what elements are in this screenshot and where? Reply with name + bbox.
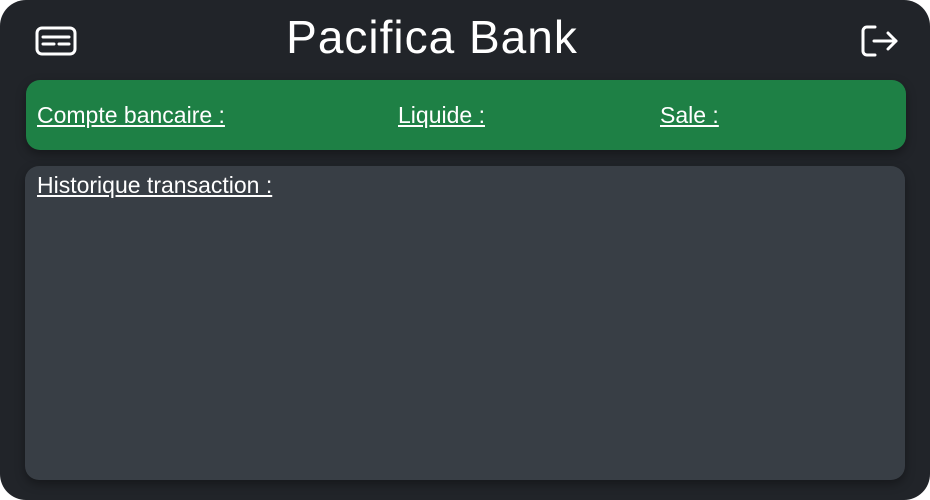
balance-bar: Compte bancaire : Liquide : Sale : bbox=[26, 80, 906, 150]
id-card-icon-graphic bbox=[35, 26, 77, 56]
transaction-history-title: Historique transaction : bbox=[37, 172, 273, 198]
logout-icon-graphic bbox=[861, 25, 898, 57]
logout-icon[interactable] bbox=[860, 24, 900, 58]
cash-label: Liquide : bbox=[398, 102, 485, 128]
transaction-history-panel: Historique transaction : bbox=[25, 166, 905, 480]
app-title: Pacifica Bank bbox=[286, 11, 578, 63]
transaction-history-list[interactable] bbox=[37, 208, 893, 470]
dirty-money-label: Sale : bbox=[660, 102, 719, 128]
id-card-icon[interactable] bbox=[35, 26, 77, 56]
header: Pacifica Bank bbox=[0, 0, 930, 80]
bank-account-label: Compte bancaire : bbox=[37, 102, 225, 128]
bank-window: Pacifica Bank Compte bancaire : Liquide … bbox=[0, 0, 930, 500]
